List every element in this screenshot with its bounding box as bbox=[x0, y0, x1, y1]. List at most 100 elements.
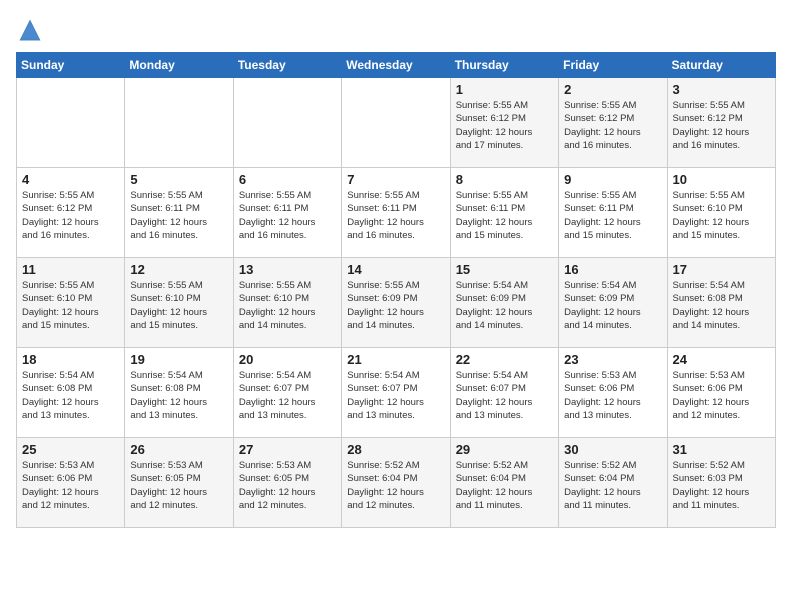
weekday-header-sunday: Sunday bbox=[17, 53, 125, 78]
day-info: Sunrise: 5:53 AM Sunset: 6:06 PM Dayligh… bbox=[564, 369, 661, 422]
day-number: 20 bbox=[239, 352, 336, 367]
calendar-cell: 2 Sunrise: 5:55 AM Sunset: 6:12 PM Daylig… bbox=[559, 78, 667, 168]
calendar-cell: 8 Sunrise: 5:55 AM Sunset: 6:11 PM Daylig… bbox=[450, 168, 558, 258]
weekday-header-row: SundayMondayTuesdayWednesdayThursdayFrid… bbox=[17, 53, 776, 78]
weekday-header-saturday: Saturday bbox=[667, 53, 775, 78]
day-info: Sunrise: 5:53 AM Sunset: 6:06 PM Dayligh… bbox=[673, 369, 770, 422]
calendar-cell: 27 Sunrise: 5:53 AM Sunset: 6:05 PM Dayli… bbox=[233, 438, 341, 528]
calendar-cell: 25 Sunrise: 5:53 AM Sunset: 6:06 PM Dayli… bbox=[17, 438, 125, 528]
day-info: Sunrise: 5:54 AM Sunset: 6:07 PM Dayligh… bbox=[347, 369, 444, 422]
calendar-week-3: 11 Sunrise: 5:55 AM Sunset: 6:10 PM Dayli… bbox=[17, 258, 776, 348]
calendar-cell: 18 Sunrise: 5:54 AM Sunset: 6:08 PM Dayli… bbox=[17, 348, 125, 438]
day-number: 13 bbox=[239, 262, 336, 277]
day-info: Sunrise: 5:55 AM Sunset: 6:12 PM Dayligh… bbox=[456, 99, 553, 152]
calendar-cell: 29 Sunrise: 5:52 AM Sunset: 6:04 PM Dayli… bbox=[450, 438, 558, 528]
weekday-header-thursday: Thursday bbox=[450, 53, 558, 78]
calendar-cell: 1 Sunrise: 5:55 AM Sunset: 6:12 PM Daylig… bbox=[450, 78, 558, 168]
weekday-header-friday: Friday bbox=[559, 53, 667, 78]
day-number: 4 bbox=[22, 172, 119, 187]
calendar-cell: 24Sunrise: 5:53 AM Sunset: 6:06 PM Dayli… bbox=[667, 348, 775, 438]
day-info: Sunrise: 5:55 AM Sunset: 6:11 PM Dayligh… bbox=[564, 189, 661, 242]
calendar-cell: 12 Sunrise: 5:55 AM Sunset: 6:10 PM Dayli… bbox=[125, 258, 233, 348]
calendar-cell: 11 Sunrise: 5:55 AM Sunset: 6:10 PM Dayli… bbox=[17, 258, 125, 348]
day-number: 2 bbox=[564, 82, 661, 97]
day-info: Sunrise: 5:55 AM Sunset: 6:11 PM Dayligh… bbox=[456, 189, 553, 242]
day-info: Sunrise: 5:52 AM Sunset: 6:04 PM Dayligh… bbox=[456, 459, 553, 512]
calendar-week-2: 4 Sunrise: 5:55 AM Sunset: 6:12 PM Daylig… bbox=[17, 168, 776, 258]
calendar-cell: 13 Sunrise: 5:55 AM Sunset: 6:10 PM Dayli… bbox=[233, 258, 341, 348]
day-info: Sunrise: 5:54 AM Sunset: 6:09 PM Dayligh… bbox=[456, 279, 553, 332]
calendar-body: 1 Sunrise: 5:55 AM Sunset: 6:12 PM Daylig… bbox=[17, 78, 776, 528]
calendar-cell: 21 Sunrise: 5:54 AM Sunset: 6:07 PM Dayli… bbox=[342, 348, 450, 438]
calendar-cell: 14Sunrise: 5:55 AM Sunset: 6:09 PM Dayli… bbox=[342, 258, 450, 348]
calendar-cell: 15Sunrise: 5:54 AM Sunset: 6:09 PM Dayli… bbox=[450, 258, 558, 348]
day-info: Sunrise: 5:55 AM Sunset: 6:10 PM Dayligh… bbox=[130, 279, 227, 332]
day-number: 26 bbox=[130, 442, 227, 457]
day-number: 8 bbox=[456, 172, 553, 187]
day-number: 22 bbox=[456, 352, 553, 367]
calendar-week-4: 18 Sunrise: 5:54 AM Sunset: 6:08 PM Dayli… bbox=[17, 348, 776, 438]
logo-icon bbox=[16, 16, 44, 44]
day-number: 30 bbox=[564, 442, 661, 457]
calendar-cell: 3 Sunrise: 5:55 AM Sunset: 6:12 PM Daylig… bbox=[667, 78, 775, 168]
calendar-cell: 31Sunrise: 5:52 AM Sunset: 6:03 PM Dayli… bbox=[667, 438, 775, 528]
day-info: Sunrise: 5:55 AM Sunset: 6:10 PM Dayligh… bbox=[22, 279, 119, 332]
day-info: Sunrise: 5:53 AM Sunset: 6:06 PM Dayligh… bbox=[22, 459, 119, 512]
calendar-cell: 23 Sunrise: 5:53 AM Sunset: 6:06 PM Dayli… bbox=[559, 348, 667, 438]
day-info: Sunrise: 5:54 AM Sunset: 6:07 PM Dayligh… bbox=[239, 369, 336, 422]
day-info: Sunrise: 5:52 AM Sunset: 6:04 PM Dayligh… bbox=[347, 459, 444, 512]
calendar-cell: 19 Sunrise: 5:54 AM Sunset: 6:08 PM Dayli… bbox=[125, 348, 233, 438]
day-number: 1 bbox=[456, 82, 553, 97]
calendar-cell: 20 Sunrise: 5:54 AM Sunset: 6:07 PM Dayli… bbox=[233, 348, 341, 438]
day-info: Sunrise: 5:55 AM Sunset: 6:11 PM Dayligh… bbox=[347, 189, 444, 242]
day-info: Sunrise: 5:55 AM Sunset: 6:12 PM Dayligh… bbox=[22, 189, 119, 242]
day-number: 12 bbox=[130, 262, 227, 277]
calendar-week-1: 1 Sunrise: 5:55 AM Sunset: 6:12 PM Daylig… bbox=[17, 78, 776, 168]
calendar-cell: 6Sunrise: 5:55 AM Sunset: 6:11 PM Daylig… bbox=[233, 168, 341, 258]
calendar-cell: 28Sunrise: 5:52 AM Sunset: 6:04 PM Dayli… bbox=[342, 438, 450, 528]
calendar-cell: 5 Sunrise: 5:55 AM Sunset: 6:11 PM Daylig… bbox=[125, 168, 233, 258]
day-number: 23 bbox=[564, 352, 661, 367]
day-number: 25 bbox=[22, 442, 119, 457]
weekday-header-monday: Monday bbox=[125, 53, 233, 78]
day-number: 16 bbox=[564, 262, 661, 277]
calendar-cell: 16Sunrise: 5:54 AM Sunset: 6:09 PM Dayli… bbox=[559, 258, 667, 348]
logo bbox=[16, 16, 48, 44]
day-number: 29 bbox=[456, 442, 553, 457]
day-info: Sunrise: 5:55 AM Sunset: 6:12 PM Dayligh… bbox=[564, 99, 661, 152]
day-number: 11 bbox=[22, 262, 119, 277]
day-info: Sunrise: 5:55 AM Sunset: 6:11 PM Dayligh… bbox=[130, 189, 227, 242]
calendar-cell: 26 Sunrise: 5:53 AM Sunset: 6:05 PM Dayli… bbox=[125, 438, 233, 528]
weekday-header-wednesday: Wednesday bbox=[342, 53, 450, 78]
calendar-cell: 4 Sunrise: 5:55 AM Sunset: 6:12 PM Daylig… bbox=[17, 168, 125, 258]
day-number: 9 bbox=[564, 172, 661, 187]
calendar-cell bbox=[17, 78, 125, 168]
day-info: Sunrise: 5:55 AM Sunset: 6:10 PM Dayligh… bbox=[239, 279, 336, 332]
day-info: Sunrise: 5:55 AM Sunset: 6:10 PM Dayligh… bbox=[673, 189, 770, 242]
day-info: Sunrise: 5:54 AM Sunset: 6:08 PM Dayligh… bbox=[130, 369, 227, 422]
day-info: Sunrise: 5:54 AM Sunset: 6:08 PM Dayligh… bbox=[22, 369, 119, 422]
day-number: 31 bbox=[673, 442, 770, 457]
day-number: 19 bbox=[130, 352, 227, 367]
day-info: Sunrise: 5:55 AM Sunset: 6:12 PM Dayligh… bbox=[673, 99, 770, 152]
calendar-cell: 22 Sunrise: 5:54 AM Sunset: 6:07 PM Dayli… bbox=[450, 348, 558, 438]
day-info: Sunrise: 5:53 AM Sunset: 6:05 PM Dayligh… bbox=[239, 459, 336, 512]
day-number: 3 bbox=[673, 82, 770, 97]
calendar-cell: 30 Sunrise: 5:52 AM Sunset: 6:04 PM Dayli… bbox=[559, 438, 667, 528]
day-number: 27 bbox=[239, 442, 336, 457]
calendar-table: SundayMondayTuesdayWednesdayThursdayFrid… bbox=[16, 52, 776, 528]
day-info: Sunrise: 5:52 AM Sunset: 6:04 PM Dayligh… bbox=[564, 459, 661, 512]
day-info: Sunrise: 5:55 AM Sunset: 6:11 PM Dayligh… bbox=[239, 189, 336, 242]
calendar-cell: 9 Sunrise: 5:55 AM Sunset: 6:11 PM Daylig… bbox=[559, 168, 667, 258]
calendar-cell: 7Sunrise: 5:55 AM Sunset: 6:11 PM Daylig… bbox=[342, 168, 450, 258]
calendar-cell bbox=[125, 78, 233, 168]
day-number: 5 bbox=[130, 172, 227, 187]
day-info: Sunrise: 5:53 AM Sunset: 6:05 PM Dayligh… bbox=[130, 459, 227, 512]
day-info: Sunrise: 5:54 AM Sunset: 6:07 PM Dayligh… bbox=[456, 369, 553, 422]
day-number: 18 bbox=[22, 352, 119, 367]
calendar-cell: 17Sunrise: 5:54 AM Sunset: 6:08 PM Dayli… bbox=[667, 258, 775, 348]
day-number: 14 bbox=[347, 262, 444, 277]
calendar-cell bbox=[233, 78, 341, 168]
day-number: 21 bbox=[347, 352, 444, 367]
page-header bbox=[16, 16, 776, 44]
